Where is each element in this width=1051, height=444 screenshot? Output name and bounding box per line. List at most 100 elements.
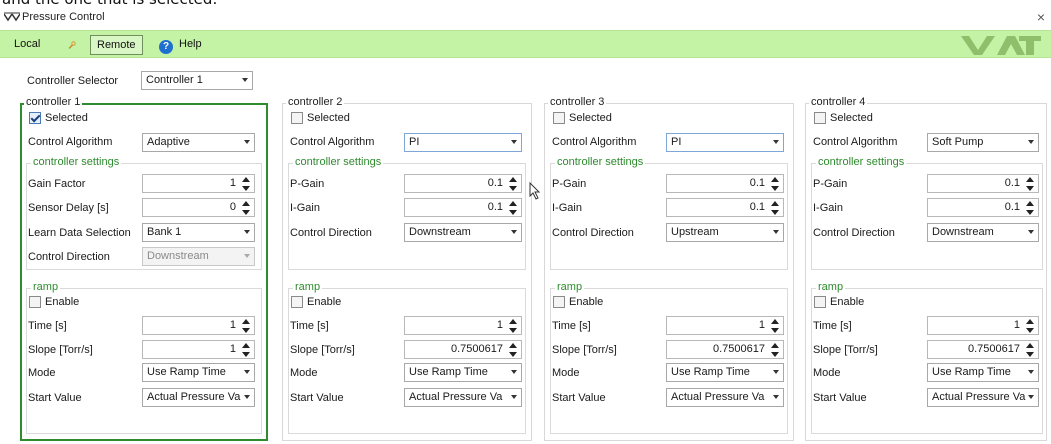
spin-arrows-icon[interactable] bbox=[1026, 201, 1034, 215]
controller-4-ramp-enable-checkbox[interactable] bbox=[814, 296, 826, 308]
chevron-down-icon bbox=[1028, 395, 1034, 399]
controller-4-direction-combo[interactable]: Downstream bbox=[927, 223, 1039, 242]
slope-label: Slope [Torr/s] bbox=[28, 344, 93, 356]
spin-arrows-icon[interactable] bbox=[242, 319, 250, 333]
remote-button[interactable]: Remote bbox=[90, 35, 143, 55]
controller-settings-title: controller settings bbox=[293, 156, 384, 168]
spin-arrows-icon[interactable] bbox=[509, 343, 517, 357]
start-value-label: Start Value bbox=[28, 392, 82, 404]
spin-arrows-icon[interactable] bbox=[1026, 319, 1034, 333]
learn-data-label: Learn Data Selection bbox=[28, 227, 131, 239]
controller-1-time-spinbox[interactable]: 1 bbox=[142, 316, 255, 335]
controller-2-slope-spinbox[interactable]: 0.7500617 bbox=[404, 340, 522, 359]
chevron-down-icon bbox=[511, 395, 517, 399]
time-label: Time [s] bbox=[813, 320, 852, 332]
spin-arrows-icon[interactable] bbox=[1026, 177, 1034, 191]
local-button[interactable]: Local bbox=[10, 36, 44, 54]
spin-arrows-icon[interactable] bbox=[509, 201, 517, 215]
controller-3-title: controller 3 bbox=[548, 96, 607, 108]
slope-label: Slope [Torr/s] bbox=[552, 344, 617, 356]
ramp-title: ramp bbox=[31, 281, 61, 293]
controller-2-start-value-combo[interactable]: Actual Pressure Va bbox=[404, 388, 522, 407]
spin-arrows-icon[interactable] bbox=[242, 177, 250, 191]
chevron-down-icon bbox=[773, 230, 779, 234]
controller-2-algorithm-combo[interactable]: PI bbox=[404, 133, 522, 152]
enable-label: Enable bbox=[307, 296, 342, 308]
sensor-delay-spinbox[interactable]: 0 bbox=[142, 198, 255, 217]
controller-1-ramp-enable-checkbox[interactable] bbox=[29, 296, 41, 308]
controller-4-p-gain-spinbox[interactable]: 0.1 bbox=[927, 174, 1039, 193]
title-bar: Pressure Control × bbox=[0, 8, 1051, 30]
spin-arrows-icon[interactable] bbox=[771, 177, 779, 191]
controller-2-ramp-enable-checkbox[interactable] bbox=[291, 296, 303, 308]
start-value-label: Start Value bbox=[552, 392, 606, 404]
chevron-down-icon bbox=[773, 140, 779, 144]
chevron-down-icon bbox=[1028, 230, 1034, 234]
spin-arrows-icon[interactable] bbox=[242, 201, 250, 215]
controller-2-direction-combo[interactable]: Downstream bbox=[404, 223, 522, 242]
controller-1-algorithm-combo[interactable]: Adaptive bbox=[142, 133, 255, 152]
controller-1-direction-combo: Downstream bbox=[142, 247, 255, 266]
p-gain-label: P-Gain bbox=[290, 178, 325, 190]
controller-3-time-spinbox[interactable]: 1 bbox=[666, 316, 784, 335]
controller-3-start-value-combo[interactable]: Actual Pressure Va bbox=[666, 388, 784, 407]
controller-4-start-value-combo[interactable]: Actual Pressure Va bbox=[927, 388, 1039, 407]
enable-label: Enable bbox=[45, 296, 80, 308]
learn-data-combo[interactable]: Bank 1 bbox=[142, 223, 255, 242]
controller-settings-title: controller settings bbox=[31, 156, 122, 168]
controller-2-mode-combo[interactable]: Use Ramp Time bbox=[404, 363, 522, 382]
controller-4-algorithm-combo[interactable]: Soft Pump bbox=[927, 133, 1039, 152]
help-button[interactable]: ? Help bbox=[155, 36, 206, 54]
controller-panel-1: controller 1 Selected Control Algorithm … bbox=[20, 96, 268, 441]
gain-factor-spinbox[interactable]: 1 bbox=[142, 174, 255, 193]
controller-2-title: controller 2 bbox=[286, 96, 345, 108]
controller-panel-2: controller 2 Selected Control Algorithm … bbox=[282, 96, 532, 441]
controller-4-mode-combo[interactable]: Use Ramp Time bbox=[927, 363, 1039, 382]
time-label: Time [s] bbox=[290, 320, 329, 332]
spin-arrows-icon[interactable] bbox=[771, 343, 779, 357]
chevron-down-icon bbox=[1028, 140, 1034, 144]
slope-label: Slope [Torr/s] bbox=[813, 344, 878, 356]
controller-3-direction-combo[interactable]: Upstream bbox=[666, 223, 784, 242]
controller-3-i-gain-spinbox[interactable]: 0.1 bbox=[666, 198, 784, 217]
controller-selector-combo[interactable]: Controller 1 bbox=[141, 71, 253, 90]
chevron-down-icon bbox=[1028, 370, 1034, 374]
slope-label: Slope [Torr/s] bbox=[290, 344, 355, 356]
mode-label: Mode bbox=[813, 367, 841, 379]
ramp-title: ramp bbox=[816, 281, 846, 293]
controller-3-selected-checkbox[interactable] bbox=[553, 112, 565, 124]
vat-app-icon bbox=[4, 12, 20, 22]
controller-2-p-gain-spinbox[interactable]: 0.1 bbox=[404, 174, 522, 193]
controller-3-algorithm-combo[interactable]: PI bbox=[666, 133, 784, 152]
controller-2-selected-checkbox[interactable] bbox=[291, 112, 303, 124]
controller-1-selected-checkbox[interactable] bbox=[29, 112, 41, 124]
spin-arrows-icon[interactable] bbox=[771, 319, 779, 333]
spin-arrows-icon[interactable] bbox=[242, 343, 250, 357]
controller-4-i-gain-spinbox[interactable]: 0.1 bbox=[927, 198, 1039, 217]
i-gain-label: I-Gain bbox=[290, 202, 320, 214]
spin-arrows-icon[interactable] bbox=[1026, 343, 1034, 357]
controller-3-mode-combo[interactable]: Use Ramp Time bbox=[666, 363, 784, 382]
controller-4-selected-checkbox[interactable] bbox=[814, 112, 826, 124]
close-button[interactable]: × bbox=[1037, 9, 1045, 25]
controller-3-ramp-enable-checkbox[interactable] bbox=[553, 296, 565, 308]
controller-3-slope-spinbox[interactable]: 0.7500617 bbox=[666, 340, 784, 359]
controller-3-p-gain-spinbox[interactable]: 0.1 bbox=[666, 174, 784, 193]
controller-1-start-value-combo[interactable]: Actual Pressure Va bbox=[142, 388, 255, 407]
spin-arrows-icon[interactable] bbox=[509, 177, 517, 191]
control-direction-label: Control Direction bbox=[290, 227, 372, 239]
controller-4-time-spinbox[interactable]: 1 bbox=[927, 316, 1039, 335]
time-label: Time [s] bbox=[28, 320, 67, 332]
spin-arrows-icon[interactable] bbox=[771, 201, 779, 215]
wrench-icon[interactable] bbox=[64, 37, 80, 53]
mode-label: Mode bbox=[552, 367, 580, 379]
enable-label: Enable bbox=[569, 296, 604, 308]
controller-2-time-spinbox[interactable]: 1 bbox=[404, 316, 522, 335]
controller-1-slope-spinbox[interactable]: 1 bbox=[142, 340, 255, 359]
controller-1-mode-combo[interactable]: Use Ramp Time bbox=[142, 363, 255, 382]
controller-2-i-gain-spinbox[interactable]: 0.1 bbox=[404, 198, 522, 217]
controller-settings-title: controller settings bbox=[555, 156, 646, 168]
spin-arrows-icon[interactable] bbox=[509, 319, 517, 333]
vat-logo bbox=[961, 36, 1041, 55]
controller-4-slope-spinbox[interactable]: 0.7500617 bbox=[927, 340, 1039, 359]
